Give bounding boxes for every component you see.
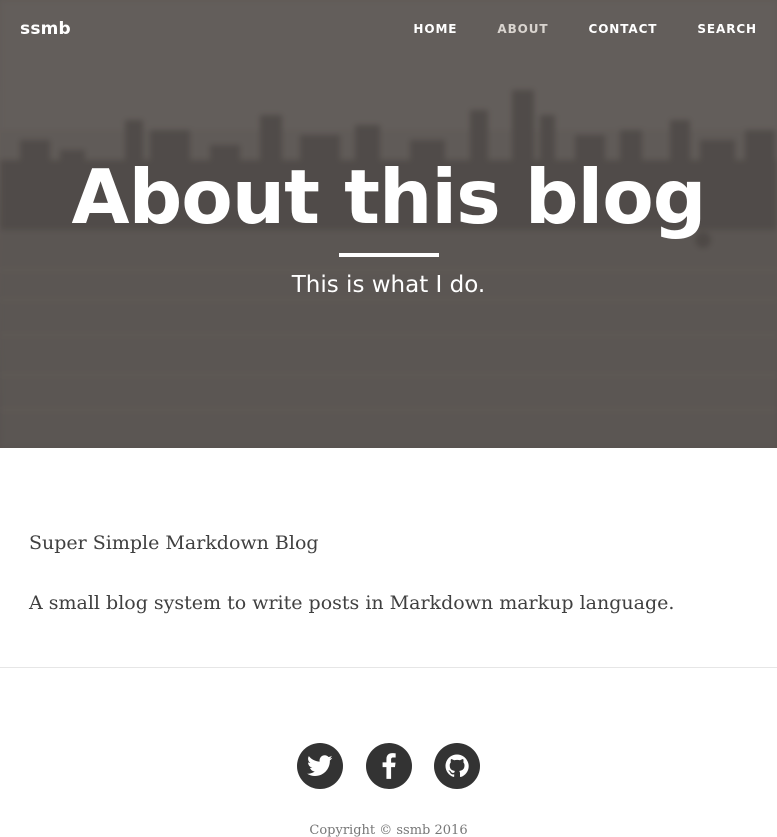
brand-link[interactable]: ssmb bbox=[20, 19, 71, 39]
nav-item-about[interactable]: ABOUT bbox=[497, 22, 548, 36]
github-link[interactable] bbox=[434, 743, 480, 789]
content-paragraph: Super Simple Markdown Blog bbox=[29, 532, 319, 554]
facebook-icon bbox=[382, 753, 396, 779]
footer-divider bbox=[0, 667, 777, 668]
facebook-link[interactable] bbox=[366, 743, 412, 789]
nav-item-contact[interactable]: CONTACT bbox=[588, 22, 657, 36]
main-nav: HOME ABOUT CONTACT SEARCH bbox=[373, 22, 757, 36]
nav-item-search[interactable]: SEARCH bbox=[697, 22, 757, 36]
content-paragraph: A small blog system to write posts in Ma… bbox=[29, 592, 675, 614]
github-icon bbox=[445, 754, 469, 778]
hero-header: ssmb HOME ABOUT CONTACT SEARCH About thi… bbox=[0, 0, 777, 448]
copyright-text: Copyright © ssmb 2016 bbox=[309, 823, 468, 837]
title-divider bbox=[339, 253, 439, 257]
page-subtitle: This is what I do. bbox=[291, 272, 486, 298]
nav-item-home[interactable]: HOME bbox=[413, 22, 457, 36]
page-title: About this blog bbox=[71, 153, 707, 241]
twitter-link[interactable] bbox=[297, 743, 343, 789]
twitter-icon bbox=[307, 755, 333, 776]
